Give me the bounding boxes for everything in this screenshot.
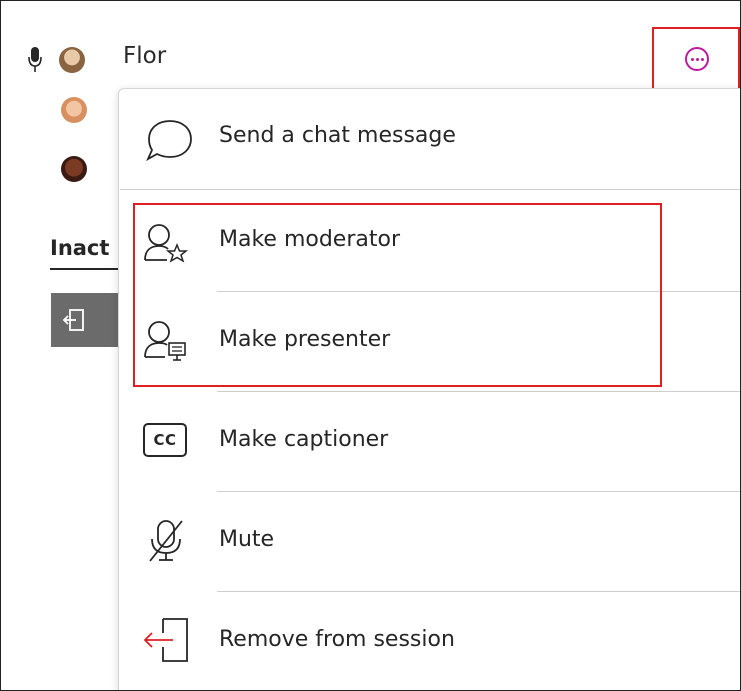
menu-item-label: Remove from session [219, 627, 455, 652]
menu-item-label: Make captioner [219, 427, 389, 452]
avatar [61, 97, 87, 123]
microphone-off-icon [149, 520, 183, 562]
menu-item-label: Mute [219, 527, 275, 552]
menu-item-label: Send a chat message [219, 123, 456, 148]
menu-item-label: Make presenter [219, 327, 391, 352]
menu-item-make-moderator[interactable]: Make moderator [119, 192, 740, 288]
section-heading-inactive: Inact [50, 236, 110, 260]
more-options-button[interactable] [685, 47, 709, 71]
more-options-icon [690, 57, 694, 61]
menu-item-make-presenter[interactable]: Make presenter [119, 292, 740, 388]
participant-context-menu: Send a chat message Make moderator Make … [118, 88, 740, 690]
participant-name: Flor [123, 43, 167, 69]
exit-icon [62, 309, 84, 331]
avatar [61, 156, 87, 182]
user-presenter-icon [144, 321, 186, 361]
divider [120, 189, 740, 190]
menu-item-send-chat[interactable]: Send a chat message [119, 89, 740, 185]
menu-item-remove-from-session[interactable]: Remove from session [119, 592, 740, 688]
closed-caption-icon: CC [143, 423, 187, 457]
section-underline [50, 268, 120, 270]
participants-panel: Flor Inact Send a chat message Make mode… [0, 0, 741, 691]
microphone-icon [28, 47, 42, 72]
leave-tile[interactable] [51, 293, 121, 347]
user-star-icon [144, 224, 189, 263]
avatar [59, 47, 85, 73]
menu-item-mute[interactable]: Mute [119, 492, 740, 588]
chat-bubble-icon [146, 120, 192, 162]
exit-door-icon [143, 618, 188, 662]
menu-item-label: Make moderator [219, 227, 400, 252]
menu-item-make-captioner[interactable]: CC Make captioner [119, 392, 740, 488]
